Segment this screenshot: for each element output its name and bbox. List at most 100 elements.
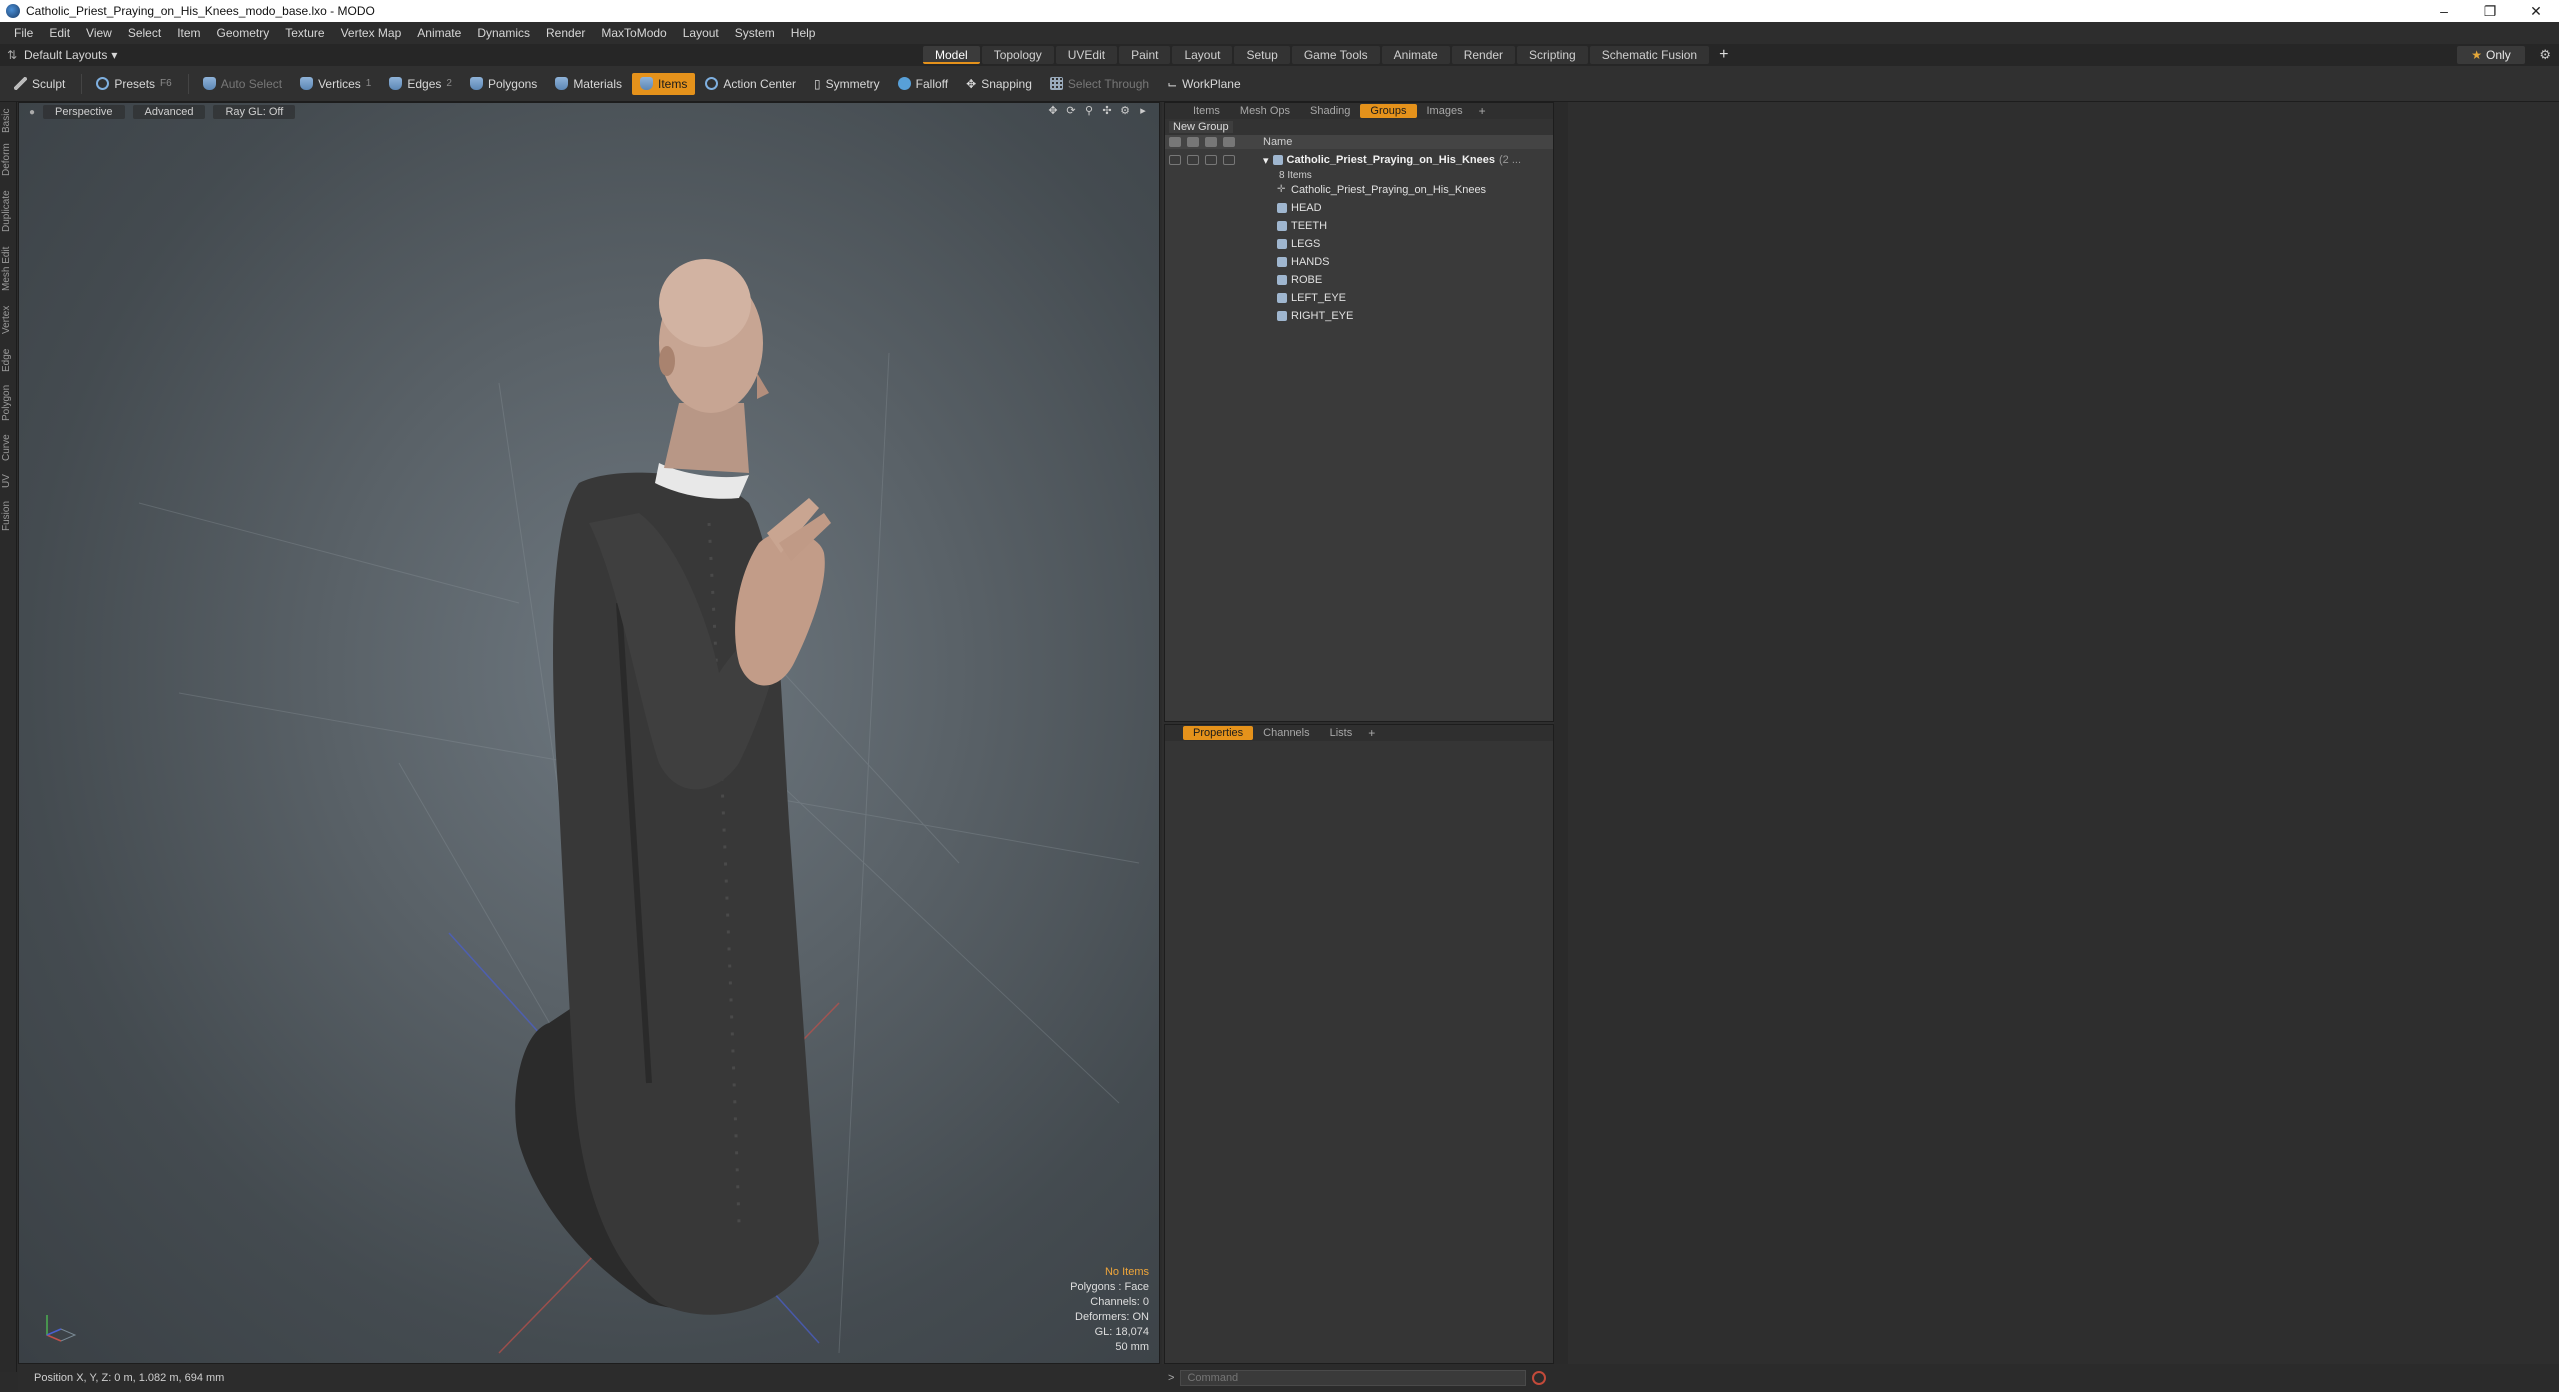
vertices-button[interactable]: Vertices 1 xyxy=(292,73,379,95)
tab-items[interactable]: Items xyxy=(1183,104,1230,118)
minimize-icon[interactable]: – xyxy=(2421,0,2467,22)
select-column-icon[interactable] xyxy=(1223,137,1235,147)
layout-switcher-icon[interactable]: ⇅ xyxy=(0,48,24,62)
fit-view-icon[interactable]: ✥ xyxy=(1047,105,1059,117)
render-column-icon[interactable] xyxy=(1187,137,1199,147)
shading-mode-button[interactable]: Advanced xyxy=(132,105,206,119)
edges-button[interactable]: Edges 2 xyxy=(381,73,460,95)
vtab-fusion[interactable]: Fusion xyxy=(1,496,16,536)
menu-edit[interactable]: Edit xyxy=(41,26,78,40)
materials-button[interactable]: Materials xyxy=(547,73,630,95)
tab-topology[interactable]: Topology xyxy=(981,46,1054,64)
vtab-duplicate[interactable]: Duplicate xyxy=(1,184,16,238)
symmetry-button[interactable]: ▯ Symmetry xyxy=(806,73,888,95)
menu-dynamics[interactable]: Dynamics xyxy=(469,26,538,40)
workplane-button[interactable]: ⌙ WorkPlane xyxy=(1159,73,1249,95)
select-through-button[interactable]: Select Through xyxy=(1042,73,1157,95)
rotate-view-icon[interactable]: ⟳ xyxy=(1065,105,1077,117)
tab-schematic-fusion[interactable]: Schematic Fusion xyxy=(1589,46,1710,64)
tab-render[interactable]: Render xyxy=(1451,46,1516,64)
menu-file[interactable]: File xyxy=(6,26,41,40)
viewport-settings-icon[interactable]: ⚙ xyxy=(1119,105,1131,117)
snapping-button[interactable]: ✥ Snapping xyxy=(958,73,1040,95)
tree-item-row[interactable]: LEFT_EYE xyxy=(1165,289,1553,307)
visibility-column-icon[interactable] xyxy=(1169,137,1181,147)
add-tab-icon[interactable]: + xyxy=(1711,46,1736,64)
tab-animate[interactable]: Animate xyxy=(1381,46,1450,64)
tab-uvedit[interactable]: UVEdit xyxy=(1055,46,1118,64)
sculpt-button[interactable]: Sculpt xyxy=(6,73,73,95)
layout-dropdown[interactable]: Default Layouts ▾ xyxy=(24,48,117,62)
tab-channels[interactable]: Channels xyxy=(1253,726,1319,740)
tab-shading[interactable]: Shading xyxy=(1300,104,1360,118)
polygons-button[interactable]: Polygons xyxy=(462,73,545,95)
tree-item-row[interactable]: HANDS xyxy=(1165,253,1553,271)
view-mode-button[interactable]: Perspective xyxy=(43,105,125,119)
tab-paint[interactable]: Paint xyxy=(1119,46,1171,64)
render-toggle[interactable] xyxy=(1187,155,1199,165)
vtab-vertex[interactable]: Vertex xyxy=(1,300,16,340)
tab-groups[interactable]: Groups xyxy=(1360,104,1417,118)
command-history-icon[interactable] xyxy=(1532,1371,1547,1385)
command-input[interactable] xyxy=(1180,1370,1527,1386)
menu-layout[interactable]: Layout xyxy=(675,26,727,40)
vtab-basic[interactable]: Basic xyxy=(1,106,16,136)
tab-scripting[interactable]: Scripting xyxy=(1517,46,1588,64)
tab-model[interactable]: Model xyxy=(923,46,980,64)
3d-viewport[interactable]: ● Perspective Advanced Ray GL: Off ✥ ⟳ ⚲… xyxy=(18,102,1160,1364)
tree-item-row[interactable]: HEAD xyxy=(1165,199,1553,217)
tab-game-tools[interactable]: Game Tools xyxy=(1291,46,1380,64)
menu-geometry[interactable]: Geometry xyxy=(209,26,278,40)
viewport-expand-icon[interactable]: ▸ xyxy=(1137,105,1149,117)
menu-render[interactable]: Render xyxy=(538,26,593,40)
tree-item-row[interactable]: RIGHT_EYE xyxy=(1165,307,1553,325)
tab-images[interactable]: Images xyxy=(1417,104,1473,118)
vtab-uv[interactable]: UV xyxy=(1,470,16,492)
lock-toggle[interactable] xyxy=(1205,155,1217,165)
gear-icon[interactable]: ⚙ xyxy=(2539,47,2551,63)
name-column-header[interactable]: Name xyxy=(1263,136,1292,148)
menu-maxtomodo[interactable]: MaxToModo xyxy=(593,26,674,40)
vtab-mesh-edit[interactable]: Mesh Edit xyxy=(1,242,16,296)
tree-item-row[interactable]: TEETH xyxy=(1165,217,1553,235)
only-button[interactable]: ★ Only xyxy=(2457,46,2525,64)
menu-vertex-map[interactable]: Vertex Map xyxy=(333,26,410,40)
vtab-edge[interactable]: Edge xyxy=(1,344,16,376)
tab-mesh-ops[interactable]: Mesh Ops xyxy=(1230,104,1300,118)
tab-setup[interactable]: Setup xyxy=(1234,46,1290,64)
new-group-button[interactable]: New Group xyxy=(1169,121,1233,133)
menu-texture[interactable]: Texture xyxy=(277,26,332,40)
select-toggle[interactable] xyxy=(1223,155,1235,165)
tab-properties[interactable]: Properties xyxy=(1183,726,1254,740)
menu-select[interactable]: Select xyxy=(120,26,169,40)
add-tab-icon[interactable]: + xyxy=(1473,104,1492,118)
vtab-deform[interactable]: Deform xyxy=(1,140,16,180)
menu-animate[interactable]: Animate xyxy=(409,26,469,40)
viewport-menu-icon[interactable]: ● xyxy=(29,107,35,118)
restore-icon[interactable]: ❐ xyxy=(2467,0,2513,22)
tab-lists[interactable]: Lists xyxy=(1320,726,1363,740)
pan-view-icon[interactable]: ✣ xyxy=(1101,105,1113,117)
menu-view[interactable]: View xyxy=(78,26,120,40)
menu-system[interactable]: System xyxy=(727,26,783,40)
presets-button[interactable]: Presets F6 xyxy=(88,73,179,95)
menu-item[interactable]: Item xyxy=(169,26,208,40)
add-tab-icon[interactable]: + xyxy=(1362,726,1381,740)
close-icon[interactable]: ✕ xyxy=(2513,0,2559,22)
raygl-button[interactable]: Ray GL: Off xyxy=(213,105,296,119)
falloff-button[interactable]: Falloff xyxy=(890,73,956,95)
vtab-polygon[interactable]: Polygon xyxy=(1,380,16,426)
expand-arrow-icon[interactable]: ▾ xyxy=(1263,154,1269,167)
tree-item-row[interactable]: ROBE xyxy=(1165,271,1553,289)
menu-help[interactable]: Help xyxy=(783,26,824,40)
tab-layout[interactable]: Layout xyxy=(1172,46,1233,64)
items-button[interactable]: Items xyxy=(632,72,696,95)
auto-select-button[interactable]: Auto Select xyxy=(195,73,290,95)
zoom-view-icon[interactable]: ⚲ xyxy=(1083,105,1095,117)
tree-item-row[interactable]: ✛ Catholic_Priest_Praying_on_His_Knees xyxy=(1165,181,1553,199)
vtab-curve[interactable]: Curve xyxy=(1,430,16,466)
action-center-button[interactable]: Action Center xyxy=(697,73,804,95)
lock-column-icon[interactable] xyxy=(1205,137,1217,147)
tree-group-row[interactable]: ▾ Catholic_Priest_Praying_on_His_Knees (… xyxy=(1165,151,1553,169)
tree-item-row[interactable]: LEGS xyxy=(1165,235,1553,253)
